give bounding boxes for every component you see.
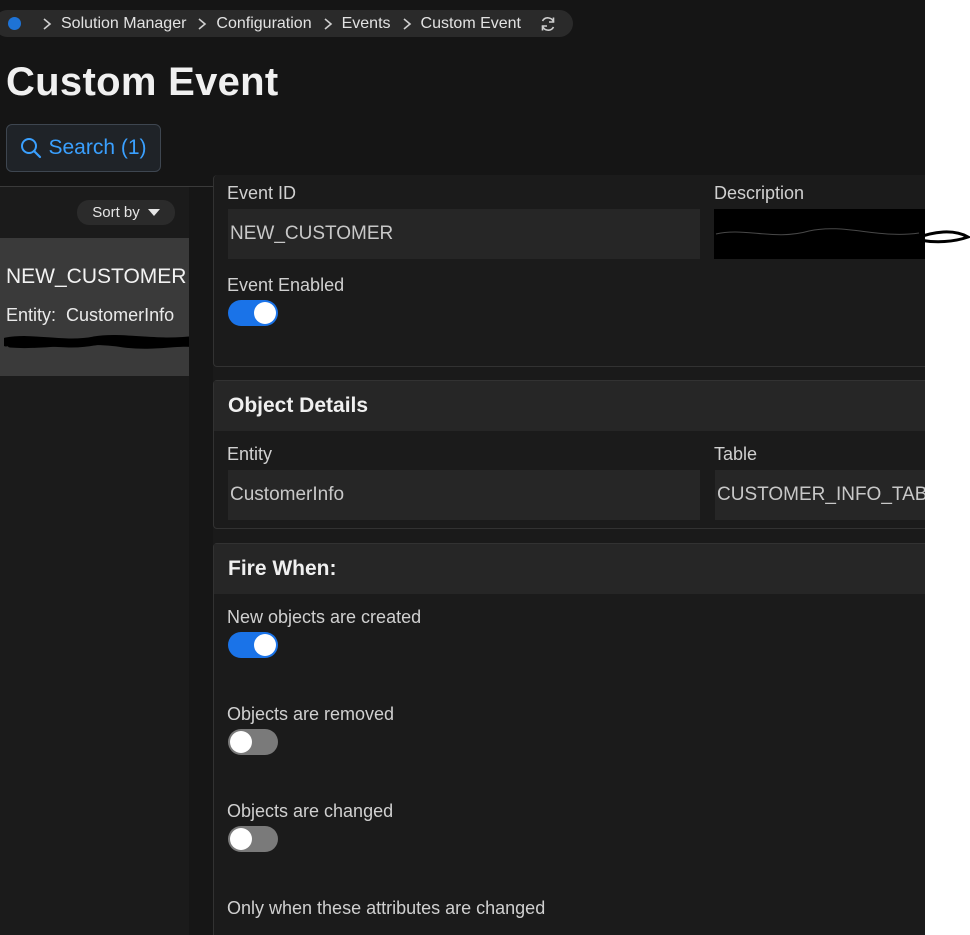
entity-label: Entity <box>227 444 273 464</box>
event-enabled-label: Event Enabled <box>227 275 345 295</box>
sort-by-button[interactable]: Sort by <box>77 200 175 225</box>
breadcrumb-solution-manager[interactable]: Solution Manager <box>61 15 186 33</box>
event-id-field[interactable]: NEW_CUSTOMER <box>228 209 700 259</box>
fire-when-panel: Fire When: New objects are created Objec… <box>213 543 925 935</box>
search-button-label: Search (1) <box>48 136 147 159</box>
table-label: Table <box>714 444 758 464</box>
sort-by-label: Sort by <box>92 204 140 221</box>
redaction-scribble <box>4 335 200 349</box>
chevron-right-icon <box>42 17 52 30</box>
list-item-title: NEW_CUSTOMER <box>6 265 187 288</box>
chevron-right-icon <box>323 17 333 30</box>
pane-divider[interactable] <box>189 187 213 935</box>
search-icon <box>20 137 42 159</box>
event-id-label: Event ID <box>227 183 297 203</box>
attributes-changed-label: Only when these attributes are changed <box>227 898 546 918</box>
search-button[interactable]: Search (1) <box>6 124 161 172</box>
chevron-right-icon <box>197 17 207 30</box>
toggle-knob <box>230 731 252 753</box>
toggle-knob <box>254 302 276 324</box>
home-dot-icon[interactable] <box>8 17 21 30</box>
objects-removed-label: Objects are removed <box>227 704 395 724</box>
chevron-right-icon <box>402 17 412 30</box>
objects-created-toggle[interactable] <box>228 632 278 658</box>
breadcrumb-events[interactable]: Events <box>342 15 391 33</box>
fire-when-heading: Fire When: <box>214 544 925 594</box>
objects-removed-toggle[interactable] <box>228 729 278 755</box>
objects-changed-toggle[interactable] <box>228 826 278 852</box>
app-window: Solution Manager Configuration Events Cu… <box>0 0 925 935</box>
caret-down-icon <box>147 209 160 216</box>
toggle-knob <box>254 634 276 656</box>
event-section: Event ID NEW_CUSTOMER Description Event … <box>213 175 925 367</box>
breadcrumb-configuration[interactable]: Configuration <box>216 15 311 33</box>
page-title: Custom Event <box>6 60 279 104</box>
page-header: Solution Manager Configuration Events Cu… <box>0 0 925 186</box>
redaction-scribble <box>714 209 970 259</box>
object-details-heading: Object Details <box>214 381 925 431</box>
event-enabled-toggle[interactable] <box>228 300 278 326</box>
list-item-entity: Entity: CustomerInfo <box>6 305 175 325</box>
toggle-knob <box>230 828 252 850</box>
breadcrumb: Solution Manager Configuration Events Cu… <box>0 10 573 37</box>
entity-field[interactable]: CustomerInfo <box>228 470 700 520</box>
breadcrumb-custom-event: Custom Event <box>420 14 521 32</box>
table-field[interactable]: CUSTOMER_INFO_TAB <box>715 470 925 520</box>
list-item[interactable]: NEW_CUSTOMER Entity: CustomerInfo <box>0 238 200 376</box>
record-list: Sort by NEW_CUSTOMER Entity: CustomerInf… <box>0 187 200 935</box>
objects-created-label: New objects are created <box>227 607 422 627</box>
description-label: Description <box>714 183 805 203</box>
refresh-icon[interactable] <box>539 15 557 33</box>
object-details-panel: Object Details Entity CustomerInfo Table… <box>213 380 925 529</box>
objects-changed-label: Objects are changed <box>227 801 394 821</box>
